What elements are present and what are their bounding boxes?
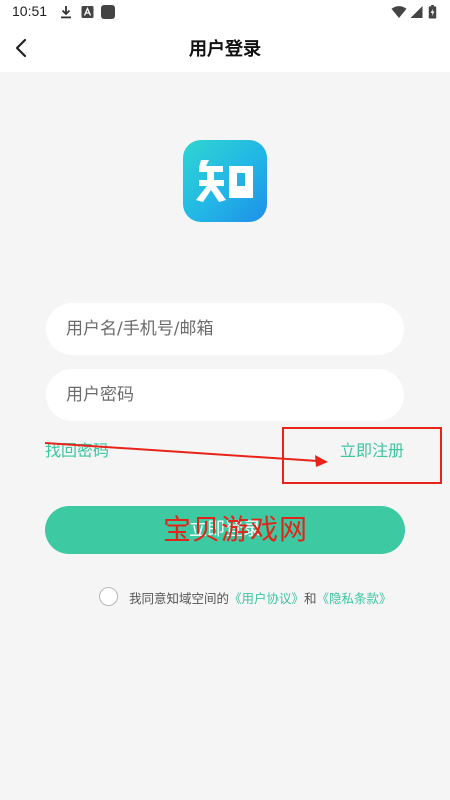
page-title: 用户登录 xyxy=(189,39,261,60)
privacy-policy-link[interactable]: 《隐私条款》 xyxy=(317,591,392,606)
a-icon xyxy=(81,6,94,18)
agreement-checkbox[interactable] xyxy=(99,587,118,606)
header-bar: 用户登录 xyxy=(0,24,450,72)
battery-icon xyxy=(428,5,437,19)
zhi-logo-icon xyxy=(196,160,253,202)
app-icon xyxy=(101,5,115,19)
wifi-icon xyxy=(391,6,407,18)
agreement-row: 我同意知域空间的《用户协议》和《隐私条款》 xyxy=(99,586,429,606)
user-agreement-link[interactable]: 《用户协议》 xyxy=(229,591,304,606)
agreement-prefix: 我同意知域空间的 xyxy=(129,591,230,606)
agreement-conjunction: 和 xyxy=(304,591,317,606)
status-bar: 10:51 xyxy=(0,0,450,24)
login-button[interactable]: 立即登录 xyxy=(45,506,405,554)
register-link[interactable]: 立即注册 xyxy=(340,437,404,461)
password-input[interactable] xyxy=(46,369,404,421)
app-logo xyxy=(183,140,267,222)
agreement-text: 我同意知域空间的《用户协议》和《隐私条款》 xyxy=(129,588,392,607)
download-icon xyxy=(61,6,71,19)
status-time: 10:51 xyxy=(12,3,48,19)
username-input[interactable] xyxy=(46,303,404,355)
forgot-password-link[interactable]: 找回密码 xyxy=(45,437,109,461)
signal-icon xyxy=(410,6,423,18)
